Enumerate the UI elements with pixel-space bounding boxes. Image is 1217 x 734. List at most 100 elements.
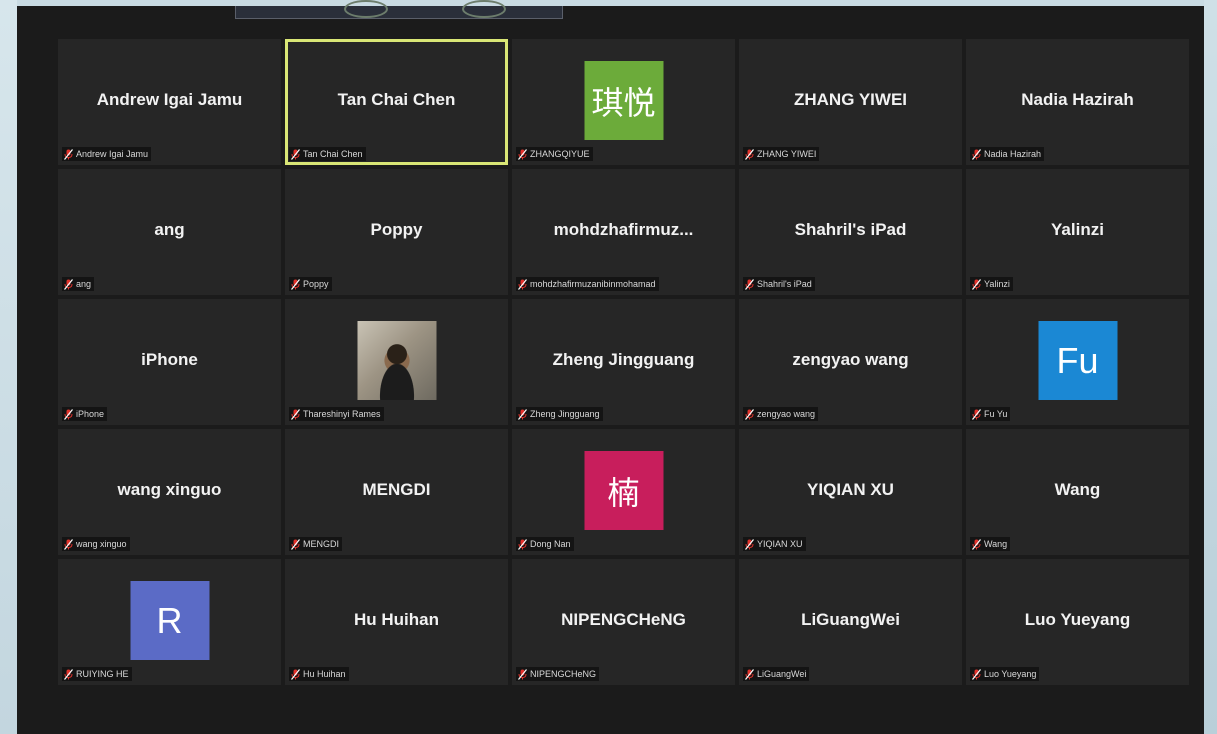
participant-name-caption: LiGuangWei (743, 667, 810, 681)
participant-caption-text: Thareshinyi Rames (303, 409, 381, 419)
desktop-background-right (1204, 0, 1217, 734)
participant-name-caption: Zheng Jingguang (516, 407, 603, 421)
participant-tile[interactable]: Wang Wang (966, 429, 1189, 555)
participant-caption-text: ZHANG YIWEI (757, 149, 817, 159)
participant-display-name: Shahril's iPad (794, 220, 907, 239)
participant-tile[interactable]: Andrew Igai Jamu Andrew Igai Jamu (58, 39, 281, 165)
thumbnail-shape-icon (344, 0, 388, 18)
participant-tile[interactable]: Tan Chai Chen Tan Chai Chen (285, 39, 508, 165)
participant-tile[interactable]: Luo Yueyang Luo Yueyang (966, 559, 1189, 685)
gallery-view-grid: Andrew Igai Jamu Andrew Igai Jamu Tan Chai… (58, 39, 1189, 685)
participant-tile[interactable]: MENGDI MENGDI (285, 429, 508, 555)
participant-name-caption: Hu Huihan (289, 667, 349, 681)
mic-muted-icon (291, 668, 300, 680)
participant-caption-text: Tan Chai Chen (303, 149, 363, 159)
shared-screen-thumbnail[interactable] (235, 0, 563, 19)
participant-tile[interactable]: 琪悦 ZHANGQIYUE (512, 39, 735, 165)
participant-tile[interactable]: LiGuangWei LiGuangWei (739, 559, 962, 685)
mic-muted-icon (745, 538, 754, 550)
mic-muted-icon (518, 408, 527, 420)
mic-muted-icon (518, 538, 527, 550)
participant-tile[interactable]: ang ang (58, 169, 281, 295)
participant-tile[interactable]: Thareshinyi Rames (285, 299, 508, 425)
participant-tile[interactable]: Zheng Jingguang Zheng Jingguang (512, 299, 735, 425)
participant-caption-text: wang xinguo (76, 539, 127, 549)
participant-name-caption: iPhone (62, 407, 108, 421)
mic-muted-icon (972, 408, 981, 420)
participant-tile[interactable]: 楠 Dong Nan (512, 429, 735, 555)
participant-caption-text: NIPENGCHeNG (530, 669, 597, 679)
participant-avatar: R (130, 581, 209, 660)
participant-display-name: Nadia Hazirah (1021, 90, 1134, 109)
participant-tile[interactable]: Yalinzi Yalinzi (966, 169, 1189, 295)
participant-tile[interactable]: ZHANG YIWEI ZHANG YIWEI (739, 39, 962, 165)
participant-display-name: Wang (1054, 480, 1101, 499)
participant-avatar: 琪悦 (584, 61, 663, 140)
mic-muted-icon (64, 538, 73, 550)
participant-caption-text: RUIYING HE (76, 669, 129, 679)
participant-name-caption: Luo Yueyang (970, 667, 1040, 681)
participant-display-name: wang xinguo (117, 480, 222, 499)
participant-name-caption: ZHANG YIWEI (743, 147, 820, 161)
meeting-window: Andrew Igai Jamu Andrew Igai Jamu Tan Chai… (17, 0, 1204, 734)
participant-name-caption: Yalinzi (970, 277, 1013, 291)
participant-display-name: Andrew Igai Jamu (96, 90, 243, 109)
participant-caption-text: Hu Huihan (303, 669, 346, 679)
mic-muted-icon (518, 668, 527, 680)
participant-caption-text: Zheng Jingguang (530, 409, 600, 419)
participant-tile[interactable]: NIPENGCHeNG NIPENGCHeNG (512, 559, 735, 685)
participant-caption-text: Yalinzi (984, 279, 1010, 289)
participant-name-caption: ang (62, 277, 95, 291)
participant-tile[interactable]: Nadia Hazirah Nadia Hazirah (966, 39, 1189, 165)
participant-avatar: Fu (1038, 321, 1117, 400)
participant-name-caption: zengyao wang (743, 407, 819, 421)
thumbnail-shape-icon (462, 0, 506, 18)
participant-caption-text: zengyao wang (757, 409, 816, 419)
participant-display-name: Luo Yueyang (1024, 610, 1131, 629)
participant-tile[interactable]: iPhone iPhone (58, 299, 281, 425)
participant-display-name: ang (154, 220, 185, 239)
participant-caption-text: Fu Yu (984, 409, 1008, 419)
participant-display-name: ZHANG YIWEI (793, 90, 908, 109)
participant-name-caption: Thareshinyi Rames (289, 407, 384, 421)
mic-muted-icon (972, 278, 981, 290)
mic-muted-icon (745, 278, 754, 290)
participant-name-caption: RUIYING HE (62, 667, 132, 681)
participant-name-caption: Wang (970, 537, 1011, 551)
participant-name-caption: YIQIAN XU (743, 537, 806, 551)
participant-caption-text: Poppy (303, 279, 329, 289)
mic-muted-icon (64, 408, 73, 420)
participant-tile[interactable]: zengyao wang zengyao wang (739, 299, 962, 425)
participant-display-name: Tan Chai Chen (337, 90, 456, 109)
participant-tile[interactable]: R RUIYING HE (58, 559, 281, 685)
participant-caption-text: YIQIAN XU (757, 539, 803, 549)
mic-muted-icon (518, 148, 527, 160)
mic-muted-icon (745, 668, 754, 680)
participant-caption-text: Andrew Igai Jamu (76, 149, 149, 159)
participant-caption-text: mohdzhafirmuzanibinmohamad (530, 279, 656, 289)
participant-display-name: zengyao wang (792, 350, 909, 369)
participant-display-name: NIPENGCHeNG (561, 610, 686, 629)
participant-name-caption: Fu Yu (970, 407, 1011, 421)
participant-tile[interactable]: mohdzhafirmuz... mohdzhafirmuzanibinmoham… (512, 169, 735, 295)
participant-avatar: 楠 (584, 451, 663, 530)
mic-muted-icon (518, 278, 527, 290)
participant-name-caption: NIPENGCHeNG (516, 667, 600, 681)
participant-caption-text: ang (76, 279, 92, 289)
desktop-background-left (0, 0, 17, 734)
participant-name-caption: Andrew Igai Jamu (62, 147, 152, 161)
mic-muted-icon (64, 148, 73, 160)
participant-tile[interactable]: Hu Huihan Hu Huihan (285, 559, 508, 685)
participant-caption-text: LiGuangWei (757, 669, 807, 679)
participant-tile[interactable]: wang xinguo wang xinguo (58, 429, 281, 555)
participant-tile[interactable]: Shahril's iPad Shahril's iPad (739, 169, 962, 295)
mic-muted-icon (972, 538, 981, 550)
mic-muted-icon (64, 668, 73, 680)
participant-name-caption: Nadia Hazirah (970, 147, 1045, 161)
participant-tile[interactable]: Fu Fu Yu (966, 299, 1189, 425)
mic-muted-icon (291, 148, 300, 160)
participant-display-name: mohdzhafirmuz... (553, 220, 694, 239)
participant-tile[interactable]: Poppy Poppy (285, 169, 508, 295)
participant-tile[interactable]: YIQIAN XU YIQIAN XU (739, 429, 962, 555)
participant-caption-text: Nadia Hazirah (984, 149, 1042, 159)
